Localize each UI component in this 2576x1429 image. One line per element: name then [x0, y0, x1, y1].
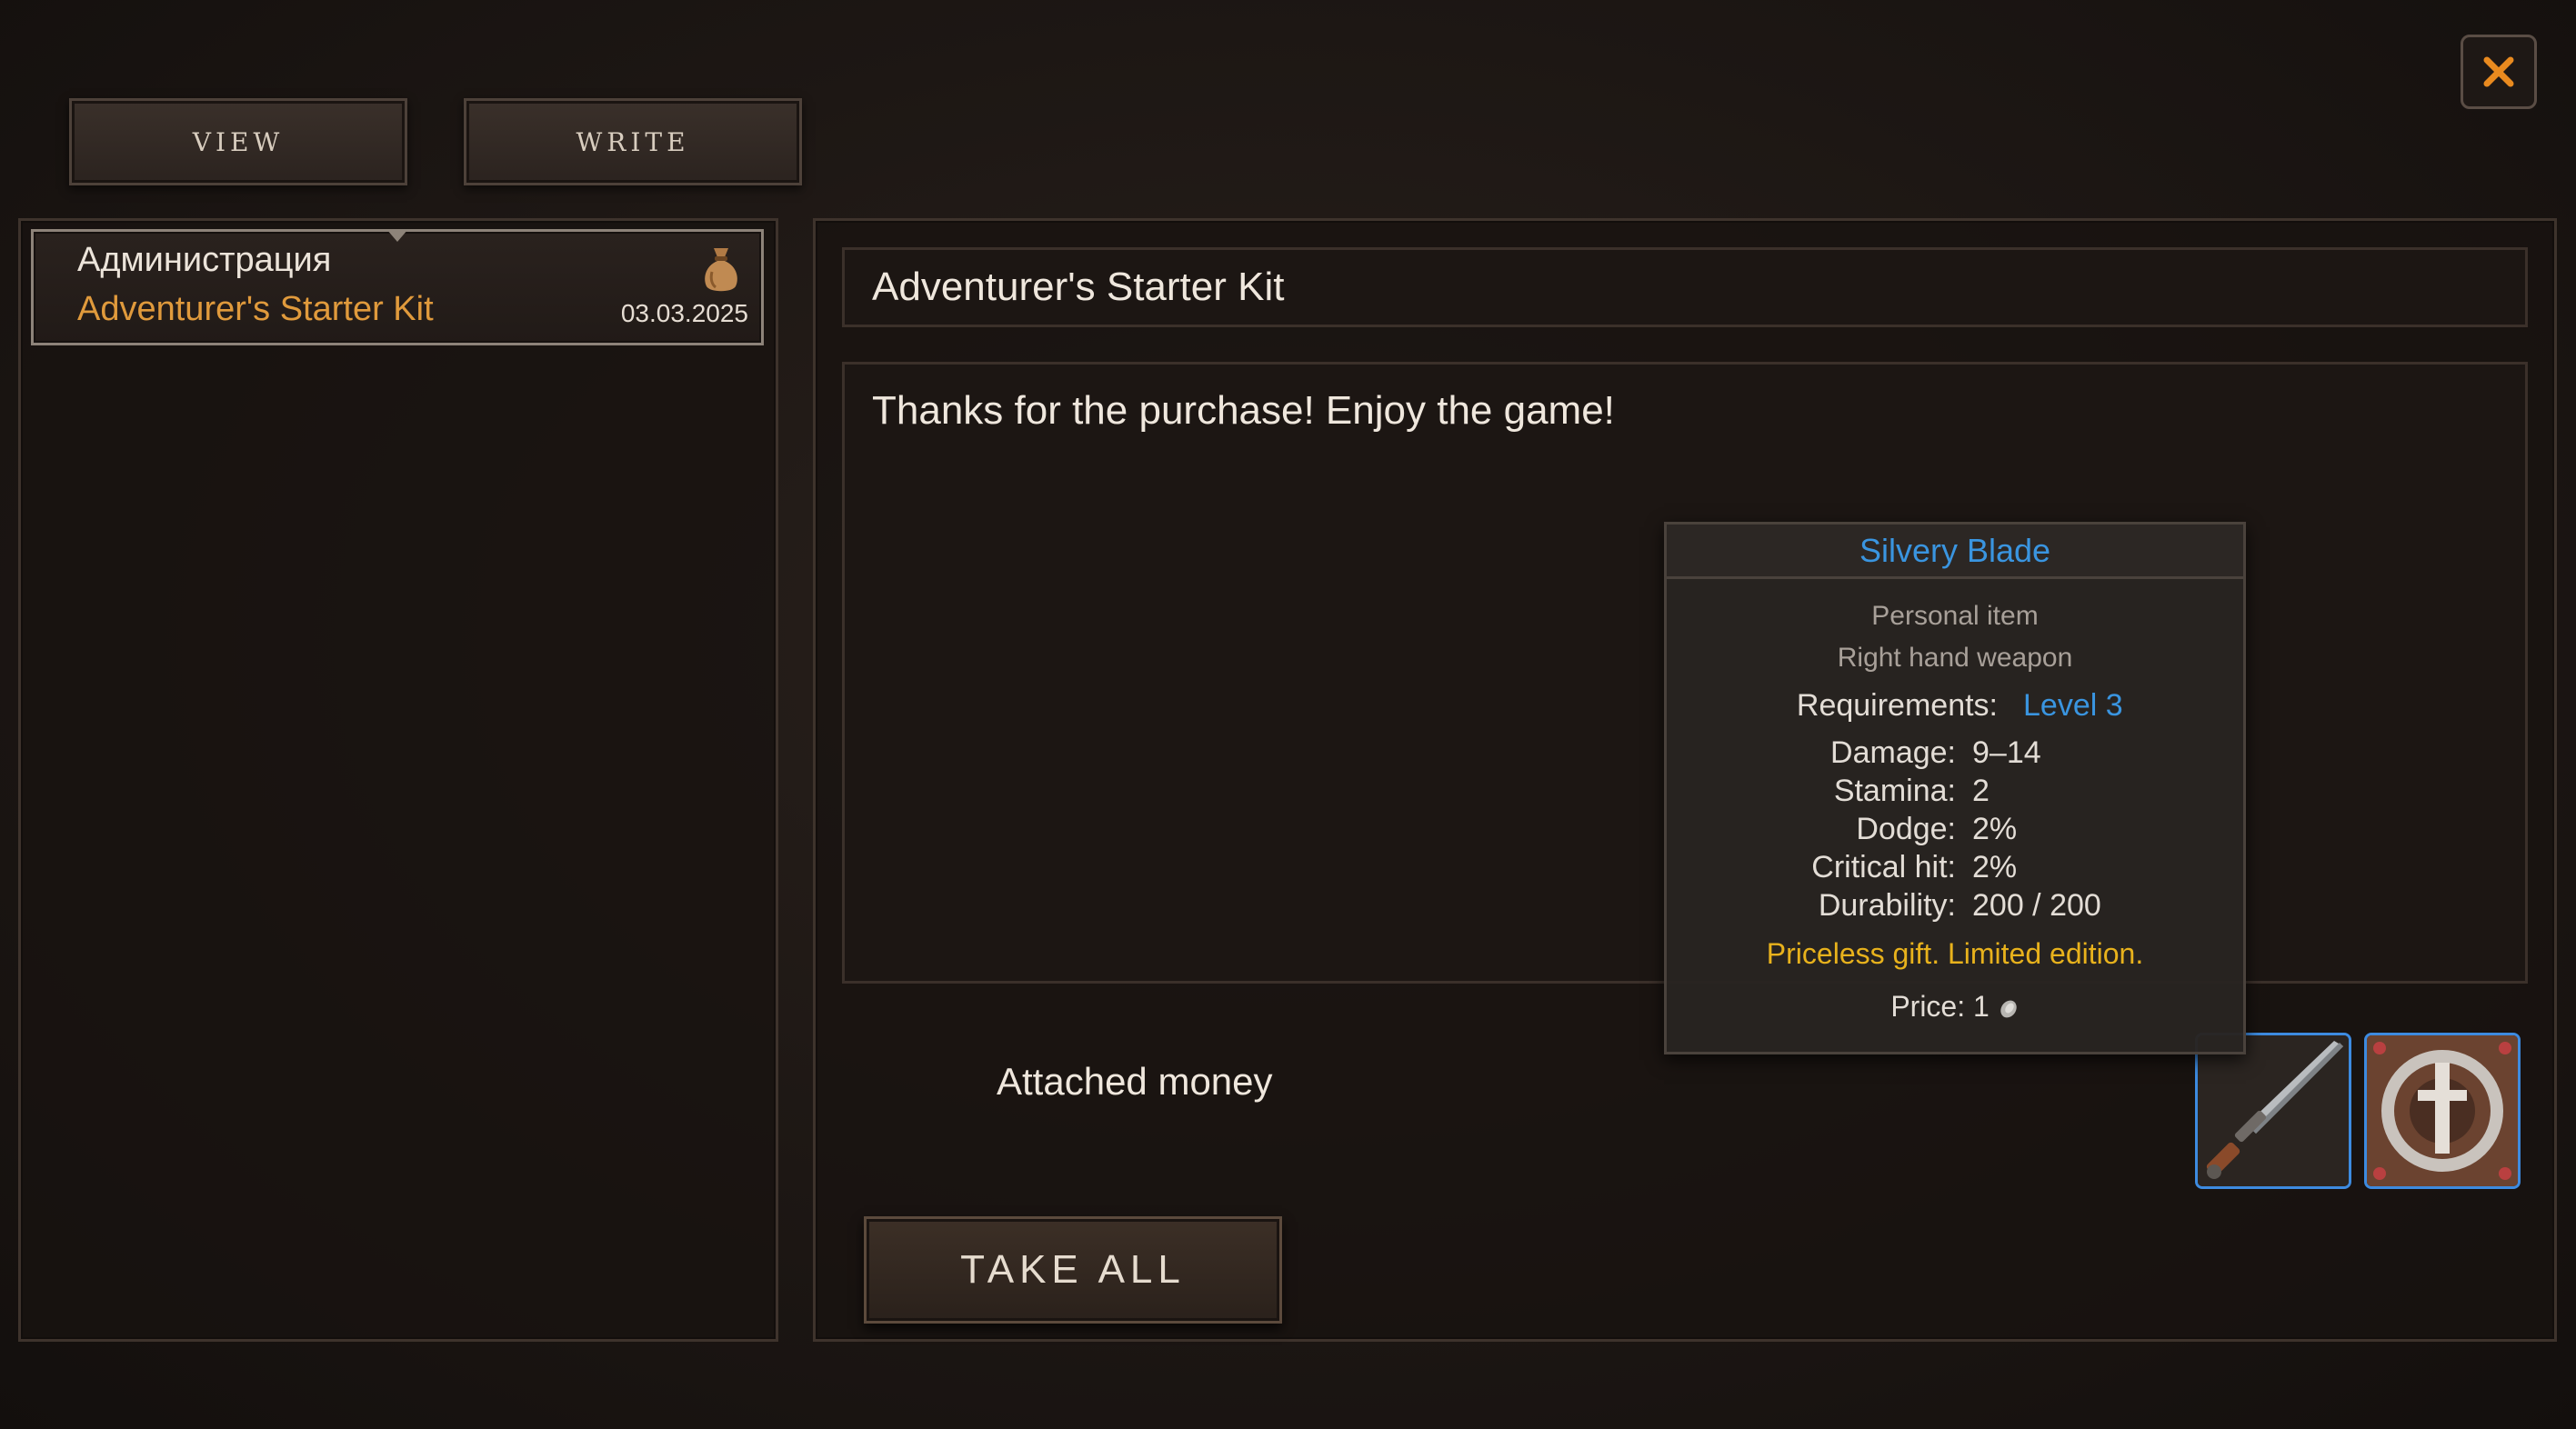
- stat-label: Durability:: [1818, 888, 1956, 923]
- tooltip-note: Priceless gift. Limited edition.: [1766, 937, 2144, 970]
- silver-coin-icon: [2000, 1000, 2017, 1017]
- stat-value: 2%: [1972, 812, 2018, 846]
- requirements-value: Level 3: [2023, 688, 2123, 723]
- stat-label: Damage:: [1830, 735, 1956, 770]
- close-x-icon: [2483, 56, 2514, 87]
- tab-write[interactable]: WRITE: [464, 98, 802, 185]
- attachment-slot-emblem[interactable]: [2364, 1033, 2521, 1189]
- selection-notch: [386, 229, 408, 242]
- mail-sender: Администрация: [77, 241, 332, 279]
- attached-money-label: Attached money: [997, 1060, 1273, 1103]
- stat-critical-hit: Critical hit: 2%: [1667, 850, 2243, 886]
- stat-durability: Durability: 200 / 200: [1667, 888, 2243, 924]
- item-tooltip: Silvery Blade Personal item Right hand w…: [1664, 522, 2246, 1054]
- message-text: Thanks for the purchase! Enjoy the game!: [872, 388, 1615, 433]
- stat-label: Critical hit:: [1811, 850, 1956, 884]
- stat-label: Stamina:: [1833, 774, 1956, 808]
- tooltip-personal: Personal item: [1871, 601, 2039, 631]
- stat-value: 2%: [1972, 850, 2018, 884]
- tooltip-price: Price: 1: [1667, 990, 2243, 1024]
- stat-value: 9–14: [1972, 735, 2041, 770]
- price-value: 1: [1973, 990, 1990, 1023]
- price-label: Price:: [1890, 990, 1966, 1023]
- subject-field: Adventurer's Starter Kit: [842, 247, 2528, 327]
- silvery-blade-icon: [2198, 1035, 2349, 1186]
- tab-view[interactable]: VIEW: [69, 98, 407, 185]
- stat-stamina: Stamina: 2: [1667, 774, 2243, 810]
- stat-label: Dodge:: [1856, 812, 1956, 846]
- sword-emblem-icon: [2367, 1035, 2518, 1186]
- stat-damage: Damage: 9–14: [1667, 735, 2243, 772]
- tooltip-slot: Right hand weapon: [1837, 643, 2073, 673]
- requirements-label: Requirements:: [1796, 688, 1998, 723]
- mail-window: VIEW WRITE Администрация Adventurer's St…: [0, 0, 2576, 1429]
- stat-dodge: Dodge: 2%: [1667, 812, 2243, 848]
- attachment-slot-blade[interactable]: [2195, 1033, 2351, 1189]
- close-button[interactable]: [2461, 35, 2537, 109]
- mail-subject: Adventurer's Starter Kit: [77, 290, 434, 328]
- tooltip-requirements: Requirements: Level 3: [1667, 688, 2243, 724]
- mail-list-item[interactable]: Администрация Adventurer's Starter Kit 0…: [31, 229, 764, 345]
- take-all-button[interactable]: TAKE ALL: [864, 1216, 1282, 1324]
- stat-value: 2: [1972, 774, 1990, 808]
- subject-text: Adventurer's Starter Kit: [872, 265, 1285, 309]
- tooltip-title: Silvery Blade: [1667, 525, 2243, 579]
- mail-list-panel: [18, 218, 778, 1342]
- stat-value: 200 / 200: [1972, 888, 2101, 923]
- mail-date: 03.03.2025: [620, 299, 748, 327]
- money-bag-icon: [705, 248, 737, 292]
